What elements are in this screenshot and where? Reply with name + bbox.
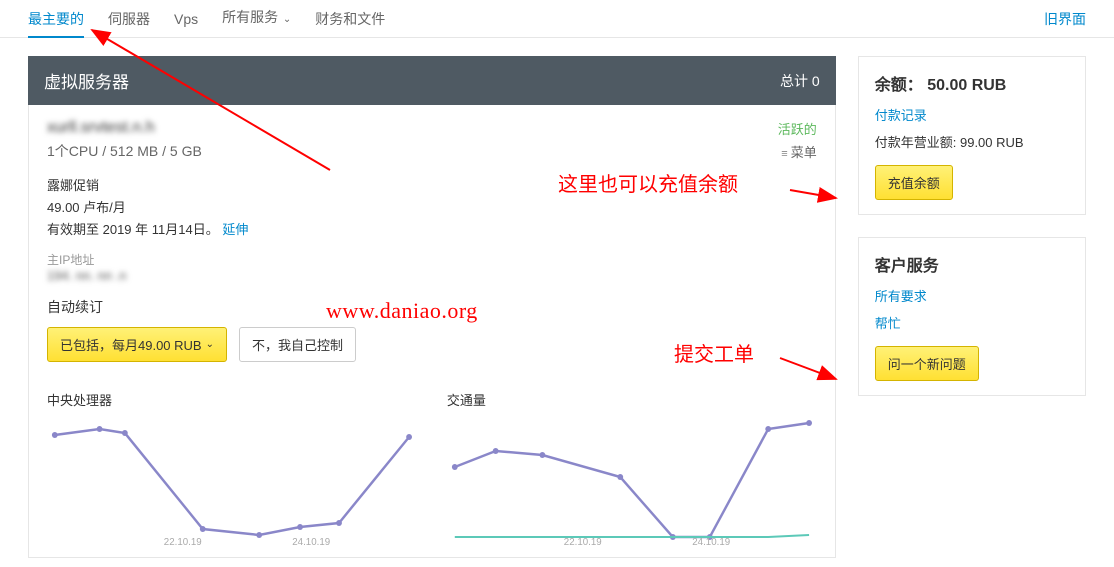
ip-value: 194. nn. nn .n xyxy=(47,268,817,283)
panel-body: xurll.srvtest.n.h 1个CPU / 512 MB / 5 GB … xyxy=(28,105,836,558)
svg-text:22.10.19: 22.10.19 xyxy=(164,537,202,547)
balance-label: 余额： xyxy=(875,77,923,94)
autorenew-included-button[interactable]: 已包括，每月49.00 RUB ⌄ xyxy=(47,327,227,362)
topup-button[interactable]: 充值余额 xyxy=(875,165,953,200)
server-expiry: 有效期至 2019 年 11月14日。 xyxy=(47,222,219,237)
panel-header: 虚拟服务器 总计 0 xyxy=(28,56,836,105)
support-block: 客户服务 所有要求 帮忙 问一个新问题 xyxy=(858,237,1086,396)
server-name[interactable]: xurll.srvtest.n.h xyxy=(47,119,202,137)
server-menu[interactable]: ≡ 菜单 xyxy=(778,142,817,161)
svg-text:24.10.19: 24.10.19 xyxy=(292,537,330,547)
status-active: 活跃的 xyxy=(778,119,817,138)
panel-title: 虚拟服务器 xyxy=(44,68,129,93)
nav-finance[interactable]: 财务和文件 xyxy=(315,1,385,37)
chevron-down-icon: ⌄ xyxy=(206,339,214,350)
server-menu-label: 菜单 xyxy=(791,145,817,160)
top-nav: 最主要的 伺服器 Vps 所有服务 ⌄ 财务和文件 旧界面 xyxy=(0,0,1114,38)
chart-traffic-title: 交通量 xyxy=(447,390,817,409)
hamburger-icon: ≡ xyxy=(781,150,786,158)
panel-total: 总计 0 xyxy=(780,71,820,91)
server-promo: 露娜促销 xyxy=(47,175,817,197)
ip-label: 主IP地址 xyxy=(47,251,817,268)
balance-title: 余额： 50.00 RUB xyxy=(875,71,1069,95)
nav-main[interactable]: 最主要的 xyxy=(28,1,84,37)
support-title: 客户服务 xyxy=(875,252,1069,276)
svg-text:22.10.19: 22.10.19 xyxy=(564,537,602,547)
help-link[interactable]: 帮忙 xyxy=(875,313,1069,332)
turnover: 付款年营业额: 99.00 RUB xyxy=(875,132,1069,151)
nav-all-services-label: 所有服务 xyxy=(222,9,278,25)
chart-traffic: 22.10.19 24.10.19 xyxy=(447,417,817,547)
autorenew-self-button[interactable]: 不，我自己控制 xyxy=(239,327,356,362)
chart-cpu-title: 中央处理器 xyxy=(47,390,417,409)
payment-history-link[interactable]: 付款记录 xyxy=(875,105,1069,124)
nav-all-services[interactable]: 所有服务 ⌄ xyxy=(222,0,291,38)
chevron-down-icon: ⌄ xyxy=(280,14,291,25)
server-specs: 1个CPU / 512 MB / 5 GB xyxy=(47,141,202,161)
balance-block: 余额： 50.00 RUB 付款记录 付款年营业额: 99.00 RUB 充值余… xyxy=(858,56,1086,215)
autorenew-included-label: 已包括，每月49.00 RUB xyxy=(60,335,202,354)
nav-vps[interactable]: Vps xyxy=(174,1,198,37)
nav-server[interactable]: 伺服器 xyxy=(108,1,150,37)
balance-amount: 50.00 RUB xyxy=(927,77,1006,94)
autorenew-label: 自动续订 xyxy=(47,297,817,317)
all-requests-link[interactable]: 所有要求 xyxy=(875,286,1069,305)
server-price: 49.00 卢布/月 xyxy=(47,197,817,219)
ask-question-button[interactable]: 问一个新问题 xyxy=(875,346,979,381)
chart-cpu: 22.10.19 24.10.19 xyxy=(47,417,417,547)
extend-link[interactable]: 延伸 xyxy=(222,222,248,237)
svg-text:24.10.19: 24.10.19 xyxy=(692,537,730,547)
nav-old-ui[interactable]: 旧界面 xyxy=(1044,9,1086,29)
